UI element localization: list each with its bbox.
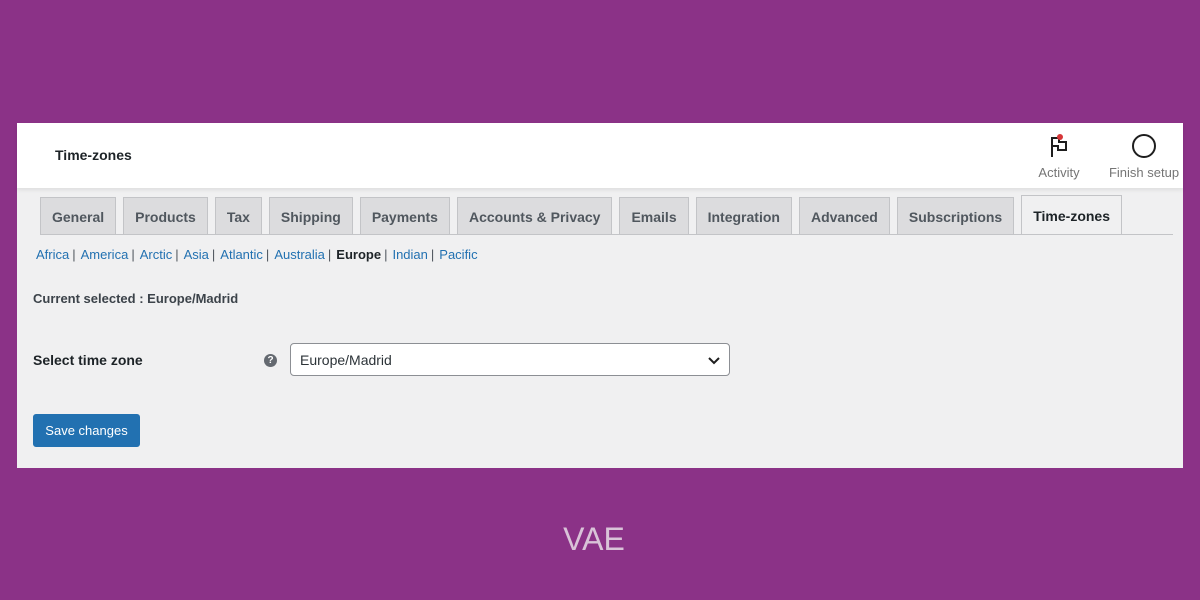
timezone-field-label: Select time zone: [33, 352, 143, 368]
tab-emails[interactable]: Emails: [619, 197, 689, 235]
region-link-pacific[interactable]: Pacific: [439, 247, 477, 262]
circle-progress-icon: [1101, 133, 1187, 161]
question-circle-icon[interactable]: ?: [264, 354, 277, 367]
region-link-asia[interactable]: Asia: [184, 247, 209, 262]
page-title: Time-zones: [55, 147, 132, 163]
finish-setup-label: Finish setup: [1108, 165, 1180, 180]
tab-subscriptions[interactable]: Subscriptions: [896, 197, 1015, 235]
timezone-select-value: Europe/Madrid: [300, 352, 392, 368]
top-header-bar: Time-zones Activity Finish setup: [17, 123, 1183, 188]
current-selected-line: Current selected : Europe/Madrid: [33, 291, 238, 306]
region-separator: |: [175, 247, 179, 262]
current-selected-value: Europe/Madrid: [147, 291, 239, 306]
tab-time-zones[interactable]: Time-zones: [1021, 195, 1122, 235]
region-separator: |: [384, 247, 388, 262]
settings-tabs: General Products Tax Shipping Payments A…: [40, 195, 1122, 235]
save-changes-button[interactable]: Save changes: [33, 414, 140, 447]
tab-tax[interactable]: Tax: [214, 197, 262, 235]
footer-brand-text: VAE: [563, 521, 625, 557]
activity-label: Activity: [1038, 165, 1080, 180]
region-link-indian[interactable]: Indian: [392, 247, 427, 262]
tab-products[interactable]: Products: [123, 197, 208, 235]
timezone-select[interactable]: Europe/Madrid: [290, 343, 730, 376]
region-separator: |: [72, 247, 76, 262]
tab-payments[interactable]: Payments: [359, 197, 450, 235]
region-separator: |: [211, 247, 216, 262]
region-separator: |: [265, 247, 270, 262]
flag-icon: [1029, 133, 1089, 161]
finish-setup-button[interactable]: Finish setup: [1101, 133, 1187, 180]
tab-general[interactable]: General: [40, 197, 117, 235]
tab-integration[interactable]: Integration: [695, 197, 792, 235]
region-separator: |: [131, 247, 135, 262]
region-link-africa[interactable]: Africa: [36, 247, 69, 262]
region-link-australia[interactable]: Australia: [274, 247, 325, 262]
region-subnav: Africa | America | Arctic | Asia | Atlantic | Aust…: [36, 247, 478, 262]
region-link-atlantic[interactable]: Atlantic: [220, 247, 263, 262]
tabs-divider: [40, 234, 1173, 235]
tab-advanced[interactable]: Advanced: [798, 197, 890, 235]
region-separator: |: [430, 247, 435, 262]
region-separator: |: [327, 247, 332, 262]
tab-shipping[interactable]: Shipping: [268, 197, 353, 235]
region-link-america[interactable]: America: [81, 247, 129, 262]
chevron-down-icon: [707, 354, 721, 372]
current-selected-label: Current selected :: [33, 291, 144, 306]
activity-button[interactable]: Activity: [1029, 133, 1089, 180]
region-link-europe[interactable]: Europe: [336, 247, 381, 262]
notification-dot: [1057, 134, 1063, 140]
region-link-arctic[interactable]: Arctic: [140, 247, 173, 262]
tab-accounts-privacy[interactable]: Accounts & Privacy: [456, 197, 613, 235]
settings-panel: Time-zones Activity Finish setup General…: [17, 123, 1183, 468]
